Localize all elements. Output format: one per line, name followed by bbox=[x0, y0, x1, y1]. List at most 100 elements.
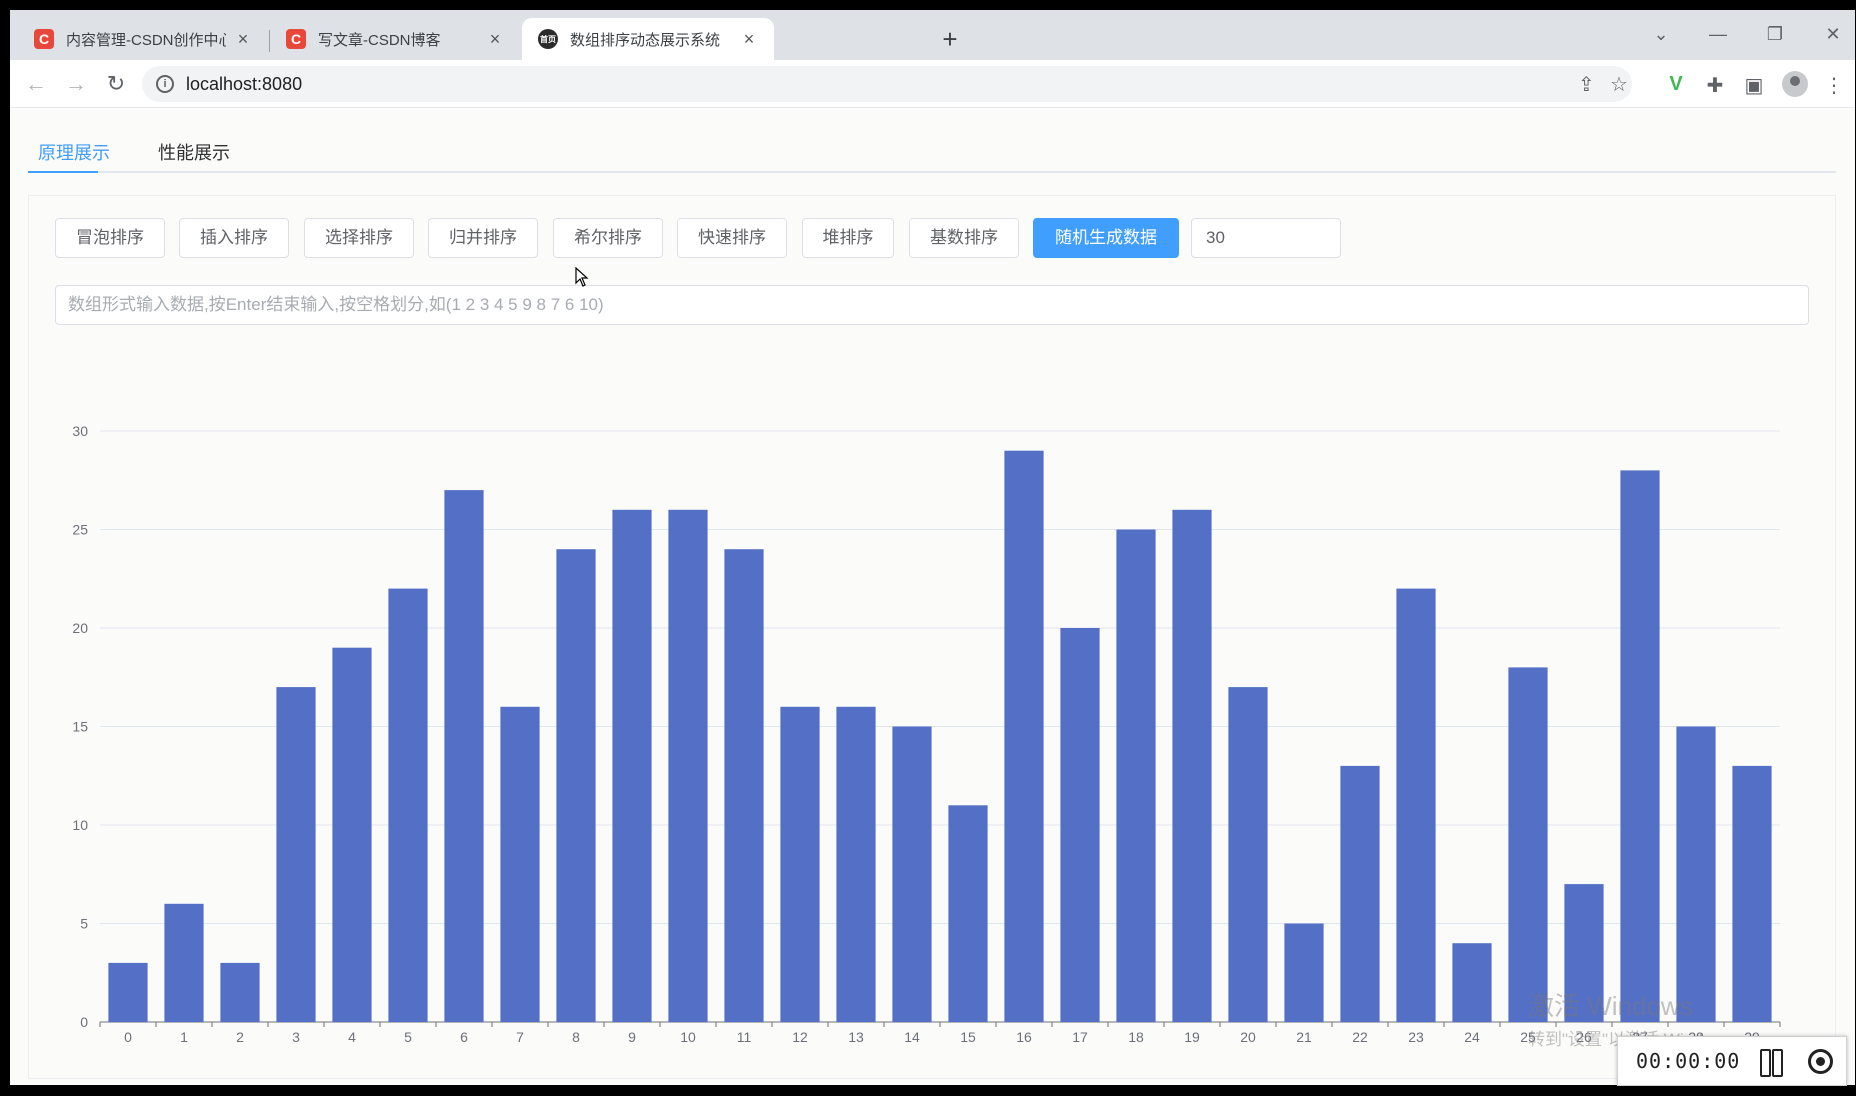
share-icon[interactable]: ⇪ bbox=[1578, 72, 1595, 97]
x-tick-label: 3 bbox=[292, 1029, 300, 1045]
vue-devtools-icon[interactable]: V bbox=[1664, 73, 1688, 96]
app-favicon-icon: 首页 bbox=[538, 29, 558, 49]
x-tick-label: 15 bbox=[960, 1029, 976, 1045]
page-content: 原理展示 性能展示 冒泡排序 插入排序 选择排序 归并排序 希尔排序 快速排序 … bbox=[10, 109, 1855, 1085]
window-close-icon[interactable]: ✕ bbox=[1818, 24, 1848, 45]
close-tab-icon[interactable]: × bbox=[740, 29, 758, 50]
profile-avatar-icon[interactable] bbox=[1782, 71, 1808, 97]
stop-record-icon[interactable] bbox=[1808, 1049, 1833, 1074]
bar bbox=[276, 687, 316, 1022]
x-tick-label: 13 bbox=[848, 1029, 864, 1045]
y-tick-label: 15 bbox=[72, 719, 88, 735]
more-menu-icon[interactable]: ⋮ bbox=[1822, 73, 1846, 98]
x-tick-label: 8 bbox=[572, 1029, 580, 1045]
bookmark-star-icon[interactable]: ☆ bbox=[1610, 72, 1628, 97]
reload-icon[interactable]: ↻ bbox=[102, 70, 130, 98]
close-tab-icon[interactable]: × bbox=[234, 29, 252, 50]
y-tick-label: 20 bbox=[72, 620, 88, 636]
x-tick-label: 10 bbox=[680, 1029, 696, 1045]
bar bbox=[780, 706, 820, 1022]
site-info-icon[interactable]: i bbox=[156, 75, 174, 93]
browser-tab-csdn-write[interactable]: C 写文章-CSDN博客 × bbox=[270, 18, 520, 60]
bar bbox=[1452, 943, 1492, 1022]
y-tick-label: 30 bbox=[72, 423, 88, 439]
x-tick-label: 14 bbox=[904, 1029, 920, 1045]
x-tick-label: 16 bbox=[1016, 1029, 1032, 1045]
bar bbox=[1172, 509, 1212, 1022]
bar bbox=[1060, 628, 1100, 1022]
x-tick-label: 11 bbox=[737, 1029, 752, 1045]
x-tick-label: 5 bbox=[404, 1029, 412, 1045]
bar bbox=[220, 962, 260, 1022]
mouse-cursor-icon bbox=[575, 267, 589, 287]
y-tick-label: 0 bbox=[80, 1014, 88, 1030]
bar bbox=[724, 549, 764, 1022]
bar bbox=[836, 706, 876, 1022]
bar bbox=[892, 726, 932, 1022]
extensions-icon[interactable]: ✚ bbox=[1703, 73, 1727, 98]
watermark-title: 激活 Windows bbox=[1528, 991, 1693, 1021]
tab-title: 内容管理-CSDN创作中心 bbox=[66, 31, 226, 49]
x-tick-label: 0 bbox=[124, 1029, 132, 1045]
csdn-favicon-icon: C bbox=[34, 29, 54, 49]
bar bbox=[108, 962, 148, 1022]
bar bbox=[444, 490, 484, 1023]
forward-icon[interactable]: → bbox=[62, 70, 90, 98]
bar bbox=[1620, 470, 1660, 1022]
x-tick-label: 12 bbox=[792, 1029, 808, 1045]
y-tick-label: 5 bbox=[80, 916, 88, 932]
x-tick-label: 24 bbox=[1464, 1029, 1480, 1045]
browser-tab-csdn-content[interactable]: C 内容管理-CSDN创作中心 × bbox=[18, 18, 268, 60]
bar bbox=[556, 549, 596, 1022]
y-tick-label: 25 bbox=[72, 522, 88, 538]
side-panel-icon[interactable]: ▣ bbox=[1742, 73, 1766, 98]
new-tab-button[interactable]: + bbox=[934, 24, 966, 56]
browser-tab-sort-demo[interactable]: 首页 数组排序动态展示系统 × bbox=[522, 18, 774, 60]
x-tick-label: 21 bbox=[1296, 1029, 1312, 1045]
bar bbox=[1396, 588, 1436, 1022]
restore-icon[interactable]: ❐ bbox=[1760, 24, 1790, 45]
bar bbox=[1732, 765, 1772, 1022]
sort-bar-chart: 0510152025300 1 2 3 4 5 6 7 8 9 10 11 12 13 14 15 16 17 18… bbox=[72, 423, 1781, 1045]
tab-search-icon[interactable]: ⌄ bbox=[1646, 24, 1676, 45]
x-tick-label: 4 bbox=[348, 1029, 356, 1045]
x-tick-label: 7 bbox=[516, 1029, 524, 1045]
csdn-favicon-icon: C bbox=[286, 29, 306, 49]
bar bbox=[1676, 726, 1716, 1022]
x-tick-label: 23 bbox=[1408, 1029, 1424, 1045]
tab-strip: C 内容管理-CSDN创作中心 × C 写文章-CSDN博客 × 首页 数组排序… bbox=[10, 10, 1855, 60]
x-tick-label: 2 bbox=[236, 1029, 244, 1045]
bar bbox=[500, 706, 540, 1022]
back-icon[interactable]: ← bbox=[22, 70, 50, 98]
tab-title: 写文章-CSDN博客 bbox=[318, 31, 441, 49]
x-tick-label: 19 bbox=[1184, 1029, 1200, 1045]
bar bbox=[1508, 667, 1548, 1022]
minimize-icon[interactable]: — bbox=[1703, 24, 1733, 45]
x-tick-label: 17 bbox=[1072, 1029, 1088, 1045]
x-tick-label: 22 bbox=[1352, 1029, 1368, 1045]
url-text: localhost:8080 bbox=[186, 73, 303, 94]
browser-window: C 内容管理-CSDN创作中心 × C 写文章-CSDN博客 × 首页 数组排序… bbox=[10, 10, 1855, 1085]
recording-timer: 00:00:00 bbox=[1636, 1049, 1741, 1073]
bar bbox=[1116, 529, 1156, 1022]
bar bbox=[668, 509, 708, 1022]
address-bar[interactable]: i localhost:8080 ⇪ ☆ bbox=[142, 66, 1632, 102]
bar bbox=[1340, 765, 1380, 1022]
x-tick-label: 9 bbox=[628, 1029, 636, 1045]
bar bbox=[1004, 450, 1044, 1022]
bar bbox=[164, 903, 204, 1022]
x-tick-label: 6 bbox=[460, 1029, 468, 1045]
bar bbox=[948, 805, 988, 1022]
bar bbox=[1228, 687, 1268, 1022]
x-tick-label: 1 bbox=[180, 1029, 188, 1045]
bar bbox=[332, 647, 372, 1022]
close-tab-icon[interactable]: × bbox=[486, 29, 504, 50]
screen-recorder-widget: 00:00:00 bbox=[1617, 1036, 1847, 1086]
y-tick-label: 10 bbox=[72, 817, 88, 833]
x-tick-label: 20 bbox=[1240, 1029, 1256, 1045]
browser-toolbar: ← → ↻ i localhost:8080 ⇪ ☆ V ✚ ▣ ⋮ bbox=[10, 60, 1855, 108]
bar bbox=[612, 509, 652, 1022]
tab-title: 数组排序动态展示系统 bbox=[570, 31, 721, 49]
pause-icon[interactable] bbox=[1760, 1049, 1783, 1077]
x-tick-label: 18 bbox=[1128, 1029, 1144, 1045]
